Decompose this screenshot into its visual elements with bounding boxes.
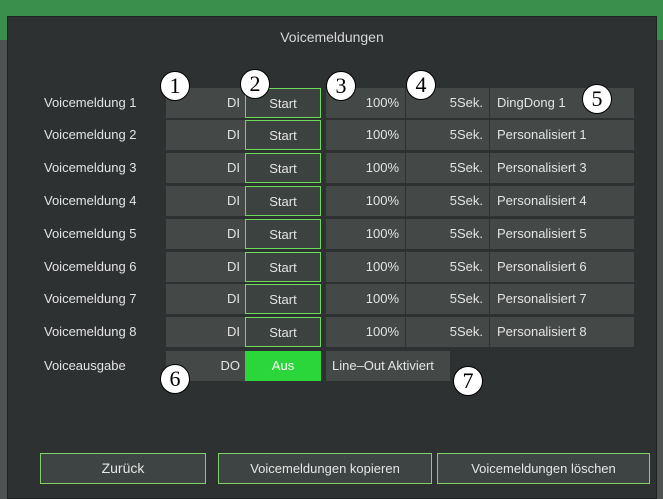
- duration-field-2[interactable]: 5Sek.: [406, 120, 489, 150]
- sound-select-6[interactable]: Personalisiert 6: [490, 252, 634, 282]
- sound-select-4[interactable]: Personalisiert 4: [490, 186, 634, 216]
- sound-select-1[interactable]: DingDong 1: [490, 88, 634, 118]
- di-select-8[interactable]: DI: [166, 317, 246, 347]
- duration-field-4[interactable]: 5Sek.: [406, 186, 489, 216]
- di-select-3[interactable]: DI: [166, 153, 246, 183]
- duration-field-5[interactable]: 5Sek.: [406, 219, 489, 249]
- marker-2: 2: [240, 69, 270, 99]
- di-select-7[interactable]: DI: [166, 284, 246, 314]
- start-button-8[interactable]: Start: [245, 317, 321, 347]
- row-label-2: Voicemeldung 2: [44, 127, 137, 142]
- di-select-2[interactable]: DI: [166, 120, 246, 150]
- start-button-5[interactable]: Start: [245, 219, 321, 249]
- di-select-6[interactable]: DI: [166, 252, 246, 282]
- row-label-1: Voicemeldung 1: [44, 95, 137, 110]
- start-button-7[interactable]: Start: [245, 284, 321, 314]
- sound-select-5[interactable]: Personalisiert 5: [490, 219, 634, 249]
- sound-select-8[interactable]: Personalisiert 8: [490, 317, 634, 347]
- row-label-8: Voicemeldung 8: [44, 324, 137, 339]
- volume-field-6[interactable]: 100%: [326, 252, 405, 282]
- marker-7: 7: [453, 366, 483, 396]
- volume-field-3[interactable]: 100%: [326, 153, 405, 183]
- sound-select-3[interactable]: Personalisiert 3: [490, 153, 634, 183]
- row-label-6: Voicemeldung 6: [44, 259, 137, 274]
- sound-select-7[interactable]: Personalisiert 7: [490, 284, 634, 314]
- copy-voicemessages-button[interactable]: Voicemeldungen kopieren: [218, 453, 432, 484]
- volume-field-7[interactable]: 100%: [326, 284, 405, 314]
- duration-field-7[interactable]: 5Sek.: [406, 284, 489, 314]
- marker-4: 4: [406, 70, 436, 100]
- volume-field-2[interactable]: 100%: [326, 120, 405, 150]
- volume-field-4[interactable]: 100%: [326, 186, 405, 216]
- start-button-6[interactable]: Start: [245, 252, 321, 282]
- row-label-4: Voicemeldung 4: [44, 193, 137, 208]
- volume-field-5[interactable]: 100%: [326, 219, 405, 249]
- voiceoutput-label: Voiceausgabe: [44, 358, 126, 373]
- marker-3: 3: [326, 71, 356, 101]
- marker-6: 6: [160, 364, 190, 394]
- output-toggle[interactable]: Aus: [245, 351, 321, 381]
- marker-1: 1: [160, 71, 190, 101]
- di-select-4[interactable]: DI: [166, 186, 246, 216]
- delete-voicemessages-button[interactable]: Voicemeldungen löschen: [437, 453, 650, 484]
- row-label-5: Voicemeldung 5: [44, 226, 137, 241]
- dialog-title: Voicemeldungen: [280, 29, 384, 45]
- line-out-status[interactable]: Line–Out Aktiviert: [326, 351, 450, 381]
- marker-5: 5: [582, 84, 612, 114]
- start-button-3[interactable]: Start: [245, 153, 321, 183]
- row-label-7: Voicemeldung 7: [44, 291, 137, 306]
- volume-field-8[interactable]: 100%: [326, 317, 405, 347]
- row-label-3: Voicemeldung 3: [44, 160, 137, 175]
- di-select-5[interactable]: DI: [166, 219, 246, 249]
- sound-select-2[interactable]: Personalisiert 1: [490, 120, 634, 150]
- duration-field-8[interactable]: 5Sek.: [406, 317, 489, 347]
- duration-field-6[interactable]: 5Sek.: [406, 252, 489, 282]
- start-button-4[interactable]: Start: [245, 186, 321, 216]
- duration-field-3[interactable]: 5Sek.: [406, 153, 489, 183]
- back-button[interactable]: Zurück: [40, 453, 206, 484]
- start-button-2[interactable]: Start: [245, 120, 321, 150]
